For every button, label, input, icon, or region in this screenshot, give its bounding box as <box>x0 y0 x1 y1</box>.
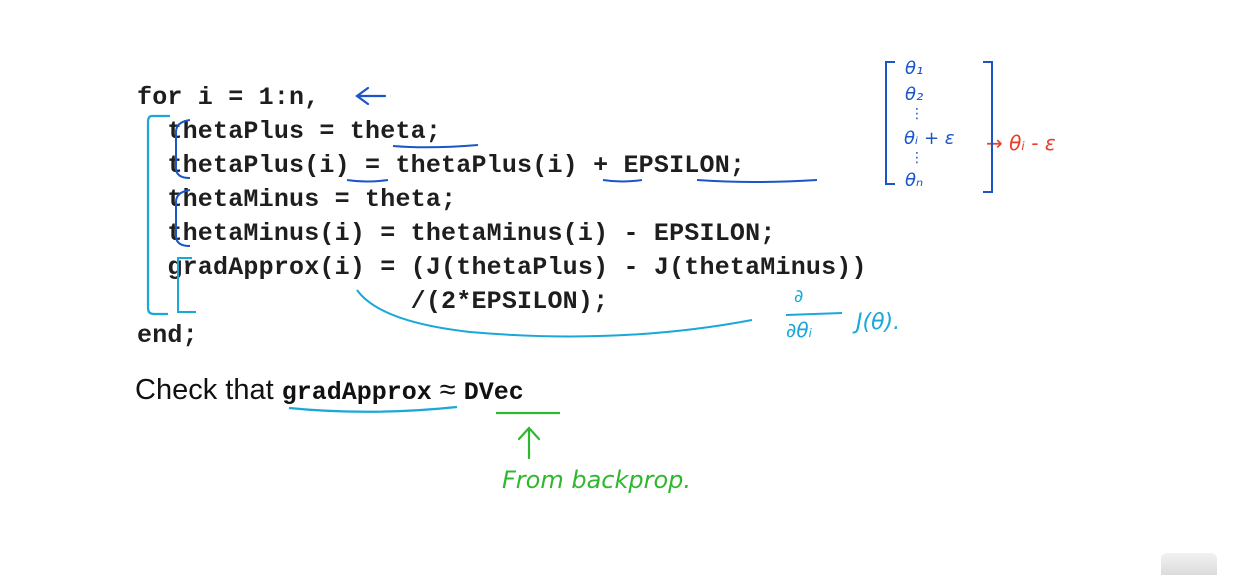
code-line-end: end; <box>137 321 198 350</box>
vector-theta-i-plus-epsilon: θᵢ + ε <box>904 128 955 149</box>
vector-theta-i-minus-epsilon: → θᵢ - ε <box>986 131 1056 155</box>
code-line-thetaminus-update: thetaMinus(i) = thetaMinus(i) - EPSILON; <box>137 219 776 248</box>
code-line-gradapprox: gradApprox(i) = (J(thetaPlus) - J(thetaM… <box>137 253 867 282</box>
vector-theta-n: θₙ <box>905 170 924 191</box>
code-line-thetaplus-update: thetaPlus(i) = thetaPlus(i) + EPSILON; <box>137 151 746 180</box>
vector-left-bracket <box>885 61 895 185</box>
check-dvec: DVec <box>463 378 524 407</box>
code-line-for: for i = 1:n, <box>137 83 320 112</box>
derivative-numerator: ∂ <box>794 286 804 307</box>
derivative-denominator: ∂θᵢ <box>786 318 813 342</box>
check-gradapprox: gradApprox <box>281 378 432 407</box>
vector-theta-1: θ₁ <box>905 58 924 79</box>
lecture-slide: for i = 1:n, thetaPlus = theta; thetaPlu… <box>0 0 1239 575</box>
derivative-function: J(θ). <box>856 310 901 335</box>
arrow-left-icon <box>355 86 387 106</box>
derivative-fraction-bar <box>785 312 843 316</box>
check-prefix: Check that <box>135 374 282 406</box>
code-line-gradapprox-divide: /(2*EPSILON); <box>137 287 609 316</box>
annotation-from-backprop: From backprop. <box>502 466 692 494</box>
check-approx-symbol: ≈ <box>431 374 464 406</box>
vector-right-bracket <box>983 61 993 193</box>
vector-dots-1: ⋮ <box>910 106 924 122</box>
vector-dots-2: ⋮ <box>910 150 924 166</box>
arrow-up-icon <box>517 426 541 460</box>
underline-gradapprox <box>288 405 458 413</box>
code-line-thetaplus-assign: thetaPlus = theta; <box>137 117 442 146</box>
code-line-thetaminus-assign: thetaMinus = theta; <box>137 185 457 214</box>
video-player-corner <box>1161 553 1217 575</box>
check-statement: Check that gradApprox ≈ DVec <box>135 374 524 407</box>
vector-theta-2: θ₂ <box>905 84 924 105</box>
